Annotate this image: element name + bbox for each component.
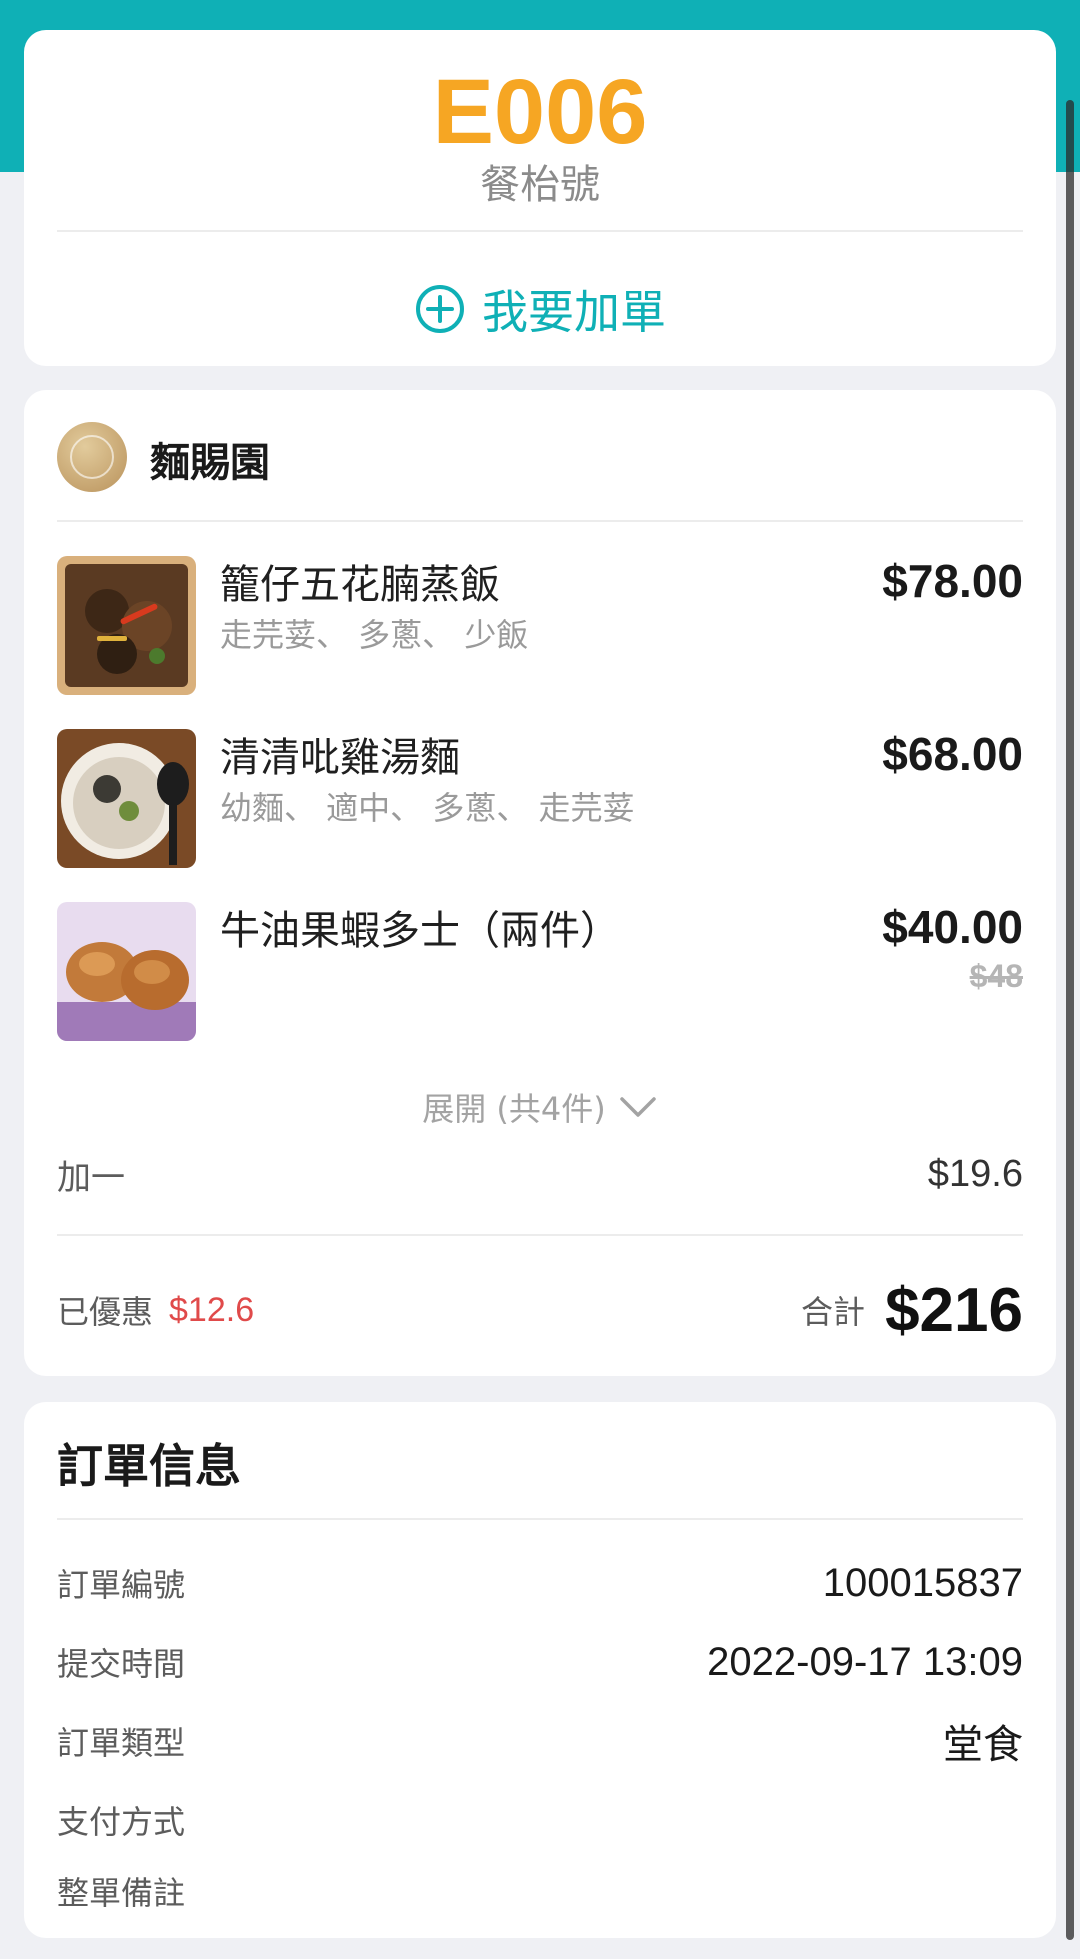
submit-time-value: 2022-09-17 13:09	[707, 1639, 1023, 1684]
item-image	[57, 902, 196, 1041]
info-label: 支付方式	[57, 1803, 186, 1841]
order-item[interactable]: 籠仔五花腩蒸飯 走芫荽、 多蔥、 少飯 $78.00	[57, 555, 1023, 696]
payment-method-row: 支付方式	[57, 1795, 1023, 1845]
info-label: 整單備註	[57, 1874, 186, 1912]
item-options: 走芫荽、 多蔥、 少飯	[220, 616, 529, 654]
order-info-title: 訂單信息	[57, 1439, 241, 1493]
table-card: E006 餐枱號 我要加單	[24, 30, 1056, 366]
divider	[57, 1518, 1023, 1520]
shop-name: 麵賜園	[150, 440, 270, 486]
order-info-card: 訂單信息 訂單編號 100015837 提交時間 2022-09-17 13:0…	[24, 1402, 1056, 1938]
surcharge-label: 加一	[57, 1157, 125, 1198]
order-remark-row: 整單備註	[57, 1866, 1023, 1916]
order-type-value: 堂食	[943, 1722, 1023, 1768]
shop-logo	[57, 422, 127, 492]
add-order-button[interactable]: 我要加單	[24, 274, 1056, 344]
item-options: 幼麵、 適中、 多蔥、 走芫荽	[220, 789, 635, 827]
item-original-price: $48	[969, 958, 1023, 994]
item-name: 清清吡雞湯麵	[220, 735, 460, 781]
item-name: 籠仔五花腩蒸飯	[220, 562, 500, 608]
order-number-row: 訂單編號 100015837	[57, 1558, 1023, 1608]
order-items-card: 麵賜園 籠仔五花腩蒸飯 走芫荽、 多蔥、 少飯 $78.00 清清吡雞湯麵 幼麵…	[24, 390, 1056, 1376]
item-image	[57, 729, 196, 868]
divider	[57, 520, 1023, 522]
info-label: 訂單編號	[57, 1566, 186, 1604]
divider	[57, 230, 1023, 232]
order-number-value: 100015837	[822, 1560, 1023, 1605]
plus-circle-icon	[416, 285, 464, 333]
table-number-label: 餐枱號	[480, 162, 600, 208]
expand-items-button[interactable]: 展開 (共4件)	[24, 1084, 1056, 1130]
item-name: 牛油果蝦多士（兩件）	[220, 908, 620, 954]
order-type-row: 訂單類型 堂食	[57, 1716, 1023, 1768]
total-value: $216	[885, 1275, 1023, 1345]
scrollbar[interactable]	[1066, 100, 1074, 1940]
divider	[57, 1234, 1023, 1236]
expand-label: 展開 (共4件)	[422, 1090, 606, 1128]
order-item[interactable]: 清清吡雞湯麵 幼麵、 適中、 多蔥、 走芫荽 $68.00	[57, 728, 1023, 869]
table-number: E006	[432, 61, 648, 163]
item-price: $78.00	[882, 555, 1023, 607]
submit-time-row: 提交時間 2022-09-17 13:09	[57, 1637, 1023, 1687]
totals-row: 已優惠 $12.6 合計 $216	[57, 1270, 1023, 1350]
order-item[interactable]: 牛油果蝦多士（兩件） $40.00 $48	[57, 901, 1023, 1042]
item-image	[57, 556, 196, 695]
item-price: $40.00	[882, 901, 1023, 953]
surcharge-value: $19.6	[927, 1152, 1023, 1195]
discount-label: 已優惠	[57, 1293, 154, 1331]
add-order-label: 我要加單	[482, 285, 666, 339]
discount-value: $12.6	[169, 1290, 255, 1329]
item-price: $68.00	[882, 728, 1023, 780]
surcharge-row: 加一 $19.6	[57, 1146, 1023, 1202]
info-label: 訂單類型	[57, 1724, 186, 1762]
total-label: 合計	[801, 1293, 866, 1331]
info-label: 提交時間	[57, 1645, 186, 1683]
chevron-down-icon	[620, 1097, 656, 1117]
